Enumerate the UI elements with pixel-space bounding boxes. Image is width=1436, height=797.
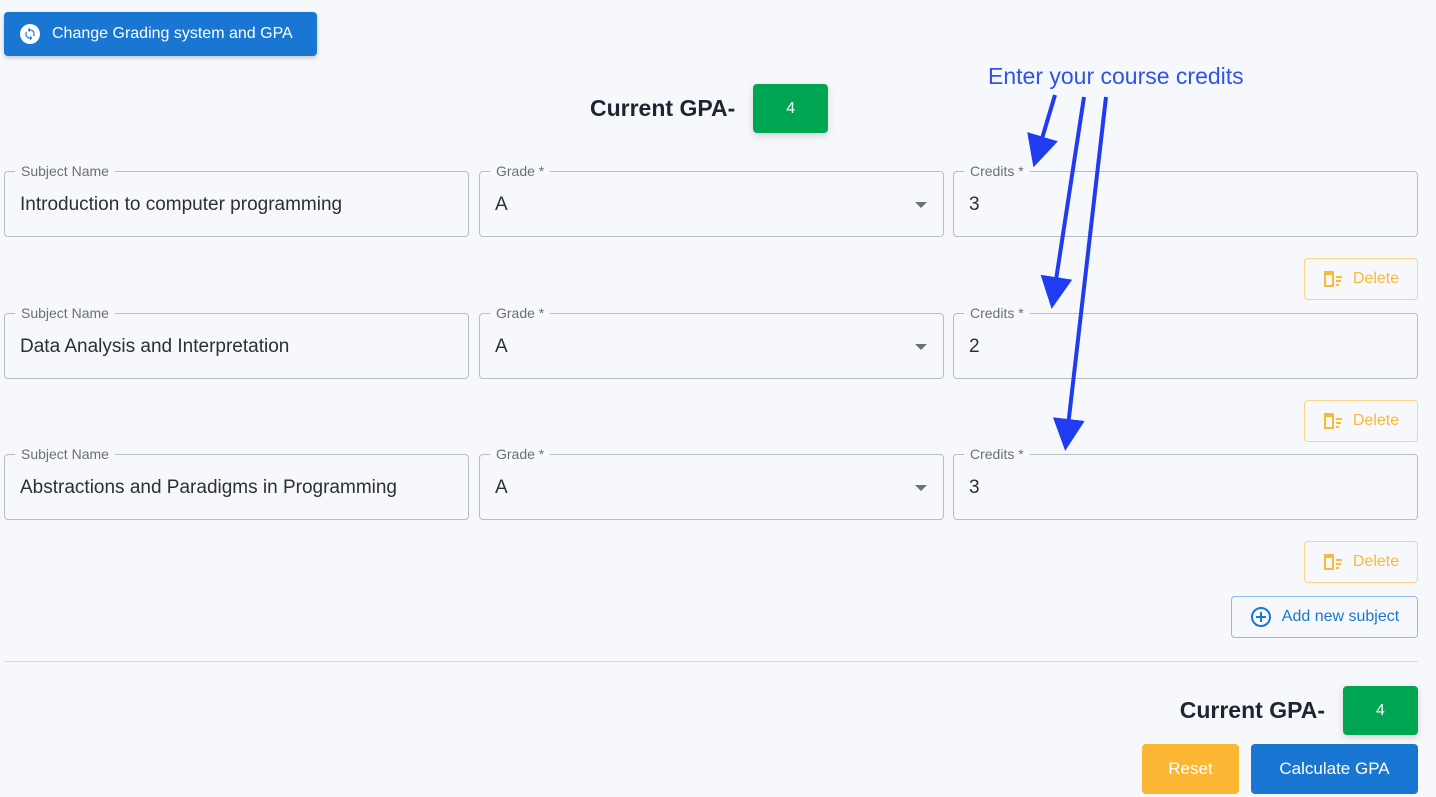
calculate-gpa-button[interactable]: Calculate GPA [1251, 744, 1418, 794]
credits-input[interactable]: Credits * 2 [953, 305, 1418, 379]
reset-button[interactable]: Reset [1142, 744, 1239, 794]
current-gpa-bottom: Current GPA- 4 [1180, 686, 1418, 735]
subject-name-value: Abstractions and Paradigms in Programmin… [20, 477, 398, 498]
credits-label: Credits * [964, 163, 1030, 179]
credits-value: 3 [969, 194, 980, 215]
add-new-subject-label: Add new subject [1281, 608, 1400, 625]
delete-label: Delete [1352, 270, 1400, 287]
add-circle-icon [1250, 607, 1271, 627]
subject-name-input[interactable]: Subject Name Introduction to computer pr… [4, 163, 469, 237]
annotation-text: Enter your course credits [988, 63, 1244, 89]
subject-name-value: Introduction to computer programming [20, 194, 343, 215]
delete-button[interactable]: Delete [1304, 258, 1418, 300]
grade-select[interactable]: Grade * A [479, 446, 944, 520]
subject-name-input[interactable]: Subject Name Abstractions and Paradigms … [4, 446, 469, 520]
grade-select[interactable]: Grade * A [479, 163, 944, 237]
change-grading-label: Change Grading system and GPA [52, 25, 293, 42]
grade-label: Grade * [490, 305, 551, 321]
dropdown-caret-icon [915, 344, 927, 350]
credits-input[interactable]: Credits * 3 [953, 163, 1418, 237]
delete-button[interactable]: Delete [1304, 541, 1418, 583]
credits-label: Credits * [964, 305, 1030, 321]
divider [4, 661, 1418, 662]
credits-input[interactable]: Credits * 3 [953, 446, 1418, 520]
current-gpa-label: Current GPA- [1179, 697, 1325, 723]
grade-label: Grade * [490, 163, 551, 179]
grade-value: A [495, 477, 508, 498]
current-gpa-label: Current GPA- [590, 95, 736, 121]
grade-value: A [495, 194, 508, 215]
credits-label: Credits * [964, 446, 1030, 462]
grade-select[interactable]: Grade * A [479, 305, 944, 379]
dropdown-caret-icon [915, 485, 927, 491]
arrow-to-credits-3 [1052, 96, 1108, 451]
dropdown-caret-icon [915, 202, 927, 208]
subject-name-label: Subject Name [15, 446, 115, 462]
delete-sweep-icon [1323, 413, 1342, 429]
grade-label: Grade * [490, 446, 551, 462]
subject-name-value: Data Analysis and Interpretation [20, 336, 290, 357]
subject-name-input[interactable]: Subject Name Data Analysis and Interpret… [4, 305, 469, 379]
current-gpa-value: 4 [1343, 686, 1418, 735]
delete-sweep-icon [1323, 271, 1342, 287]
credits-value: 3 [969, 477, 980, 498]
add-new-subject-button[interactable]: Add new subject [1231, 596, 1418, 638]
delete-button[interactable]: Delete [1304, 400, 1418, 442]
credits-value: 2 [969, 336, 980, 357]
delete-label: Delete [1352, 553, 1400, 570]
arrow-to-credits-1 [1027, 94, 1058, 168]
grade-value: A [495, 336, 508, 357]
current-gpa-top: Current GPA- 4 [590, 84, 829, 133]
change-grading-system-button[interactable]: Change Grading system and GPA [4, 12, 317, 56]
delete-sweep-icon [1323, 554, 1342, 570]
subject-name-label: Subject Name [15, 305, 115, 321]
current-gpa-value: 4 [753, 84, 829, 133]
subject-name-label: Subject Name [15, 163, 115, 179]
delete-label: Delete [1352, 412, 1400, 429]
sync-icon [20, 24, 40, 44]
